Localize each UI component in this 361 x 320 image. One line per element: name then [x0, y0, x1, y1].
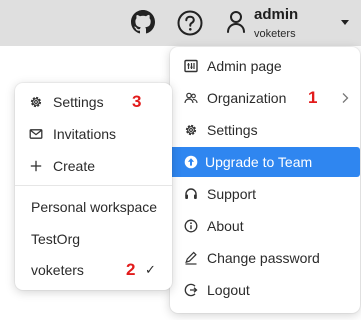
annotation-badge-2: 2: [126, 260, 136, 279]
menu-item-upgrade[interactable]: Upgrade to Team: [170, 147, 360, 177]
workspace-item-testorg[interactable]: TestOrg: [15, 225, 172, 253]
menu-item-about[interactable]: About: [170, 212, 360, 240]
menu-item-admin-page[interactable]: Admin page: [170, 52, 360, 80]
submenu-item-create[interactable]: Create: [15, 152, 172, 180]
workspace-label: TestOrg: [31, 231, 81, 247]
menu-item-logout[interactable]: Logout: [170, 276, 360, 304]
submenu-item-label: Invitations: [53, 126, 117, 142]
top-bar: admin voketers: [0, 0, 361, 46]
menu-item-support[interactable]: Support: [170, 180, 360, 208]
annotation-badge-1: 1: [308, 88, 318, 107]
menu-item-label: Upgrade to Team: [205, 154, 313, 170]
info-icon: [184, 219, 198, 233]
github-icon[interactable]: [131, 10, 155, 34]
user-menu: Admin page Organization 1 Settings Upgra…: [170, 47, 360, 313]
gear-icon: [30, 96, 42, 108]
user-login[interactable]: voketers: [254, 28, 296, 40]
annotation-badge-3: 3: [132, 92, 142, 111]
menu-item-organization[interactable]: Organization 1: [170, 84, 360, 112]
menu-item-label: Organization: [207, 90, 287, 106]
menu-item-label: Support: [207, 186, 257, 202]
caret-down-icon[interactable]: [341, 20, 349, 25]
plus-icon: [30, 160, 42, 172]
workspace-item-personal[interactable]: Personal workspace: [15, 193, 172, 221]
submenu-item-settings[interactable]: Settings 3: [15, 88, 172, 116]
user-icon[interactable]: [226, 10, 246, 34]
organization-submenu: Settings 3 Invitations Create Personal w…: [15, 83, 172, 290]
workspace-label: voketers: [31, 262, 84, 278]
menu-item-label: About: [207, 218, 244, 234]
organization-icon: [184, 92, 198, 104]
submenu-item-invitations[interactable]: Invitations: [15, 120, 172, 148]
menu-item-label: Change password: [207, 250, 320, 266]
gear-icon: [185, 124, 197, 136]
user-name[interactable]: admin: [254, 6, 298, 23]
logout-icon: [184, 283, 198, 297]
menu-item-label: Logout: [207, 282, 250, 298]
help-icon[interactable]: [177, 10, 203, 36]
menu-item-label: Settings: [207, 122, 258, 138]
menu-item-change-password[interactable]: Change password: [170, 244, 360, 272]
submenu-item-label: Create: [53, 158, 96, 174]
envelope-icon: [29, 129, 43, 139]
divider: [15, 185, 172, 186]
admin-panel-icon: [184, 59, 198, 73]
chevron-right-icon: [342, 93, 349, 103]
headset-icon: [185, 188, 197, 199]
upgrade-arrow-icon: [184, 155, 198, 169]
menu-item-settings[interactable]: Settings: [170, 116, 360, 144]
pencil-icon: [185, 251, 197, 265]
menu-item-label: Admin page: [207, 58, 282, 74]
submenu-item-label: Settings: [53, 94, 104, 110]
workspace-label: Personal workspace: [31, 199, 158, 215]
checkmark-icon: ✓: [145, 262, 156, 277]
workspace-item-voketers[interactable]: voketers 2 ✓: [15, 256, 172, 284]
